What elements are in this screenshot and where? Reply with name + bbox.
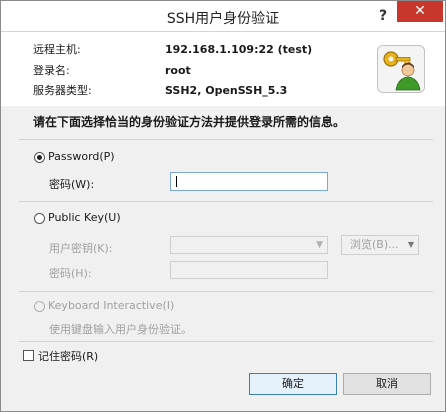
divider — [19, 341, 433, 342]
close-button[interactable]: ✕ — [397, 1, 443, 22]
login-name-label: 登录名: — [33, 64, 70, 77]
remote-host-value: 192.168.1.109:22 (test) — [165, 43, 313, 56]
close-icon: ✕ — [414, 3, 426, 19]
ssh-key-logo-icon — [377, 45, 425, 93]
user-key-label: 用户密钥(K): — [49, 242, 113, 255]
browse-button[interactable]: 浏览(B)... ▼ — [341, 235, 419, 255]
password-input[interactable] — [170, 172, 328, 191]
cancel-button[interactable]: 取消 — [343, 373, 431, 395]
divider — [19, 201, 433, 202]
keyboard-interactive-radio[interactable] — [34, 301, 45, 312]
divider — [19, 139, 433, 140]
user-key-dropdown[interactable]: ▼ — [170, 236, 328, 254]
server-type-label: 服务器类型: — [33, 84, 92, 97]
ssh-auth-dialog: SSH用户身份验证 ? ✕ 远程主机: 192.168.1.109:22 (te… — [0, 0, 446, 412]
browse-button-label: 浏览(B)... — [350, 238, 399, 251]
remember-password-checkbox[interactable] — [23, 350, 34, 361]
passphrase-input[interactable] — [170, 261, 328, 279]
chevron-down-icon: ▼ — [316, 240, 323, 250]
password-radio[interactable] — [34, 152, 45, 163]
password-field-label: 密码(W): — [49, 178, 95, 191]
password-option-label[interactable]: Password(P) — [48, 150, 115, 163]
server-type-value: SSH2, OpenSSH_5.3 — [165, 84, 288, 97]
keyboard-interactive-description: 使用键盘输入用户身份验证。 — [49, 323, 192, 336]
divider — [19, 291, 433, 292]
passphrase-label: 密码(H): — [49, 267, 92, 280]
auth-prompt: 请在下面选择恰当的身份验证方法并提供登录所需的信息。 — [33, 115, 346, 129]
public-key-option-label[interactable]: Public Key(U) — [48, 211, 121, 224]
remember-password-label[interactable]: 记住密码(R) — [38, 348, 98, 364]
ok-button[interactable]: 确定 — [249, 373, 337, 395]
text-caret — [176, 176, 177, 187]
chevron-down-icon: ▼ — [407, 240, 414, 249]
public-key-radio[interactable] — [34, 213, 45, 224]
help-button[interactable]: ? — [371, 5, 395, 27]
title-bar[interactable]: SSH用户身份验证 ? ✕ — [1, 1, 445, 32]
remote-host-label: 远程主机: — [33, 43, 81, 56]
login-name-value: root — [165, 64, 191, 77]
keyboard-interactive-option-label[interactable]: Keyboard Interactive(I) — [48, 299, 174, 312]
